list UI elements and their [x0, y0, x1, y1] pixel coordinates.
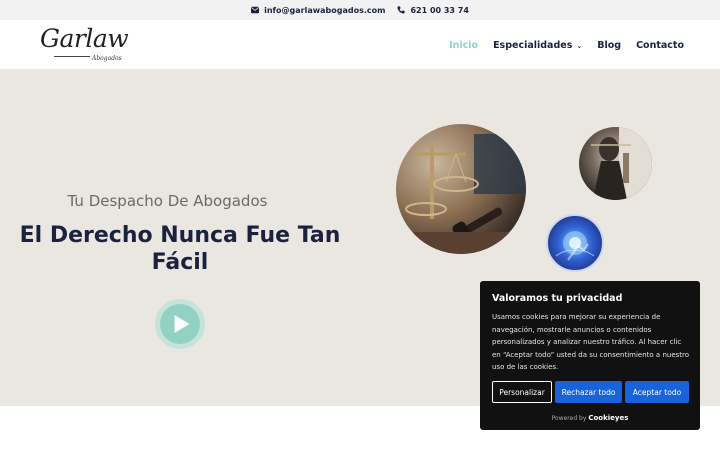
- cookie-text: Usamos cookies para mejorar su experienc…: [492, 313, 690, 371]
- powered-by: Powered by Cookieyes: [480, 414, 700, 422]
- site-logo[interactable]: Garlaw Abogados: [40, 24, 129, 66]
- phone-text: 621 00 33 74: [410, 5, 469, 15]
- cookie-title: Valoramos tu privacidad: [492, 293, 623, 304]
- play-button-inner: [160, 304, 200, 344]
- site-header: Garlaw Abogados Inicio Especialidades ⌄ B…: [0, 20, 720, 70]
- scales-illustration: [396, 134, 526, 254]
- logo-underline: [54, 56, 90, 57]
- main-nav: Inicio Especialidades ⌄ Blog Contacto: [449, 20, 684, 70]
- powered-by-text: Powered by: [551, 415, 587, 422]
- nav-item-contacto[interactable]: Contacto: [636, 40, 684, 51]
- digital-law-illustration: [555, 231, 595, 261]
- phone-contact[interactable]: 621 00 33 74: [397, 5, 469, 15]
- email-contact[interactable]: info@garlawabogados.com: [251, 6, 385, 15]
- accept-all-button[interactable]: Aceptar todo: [625, 381, 689, 403]
- envelope-icon: [251, 6, 260, 14]
- lady-justice-illustration: [591, 127, 652, 200]
- logo-subtitle: Abogados: [92, 55, 122, 62]
- reject-all-button[interactable]: Rechazar todo: [555, 381, 622, 403]
- play-icon: [174, 315, 189, 333]
- lady-justice-image: [579, 127, 652, 200]
- logo-script: Garlaw: [40, 24, 129, 53]
- hero-title: El Derecho Nunca Fue Tan Fácil: [19, 223, 341, 275]
- nav-item-blog[interactable]: Blog: [597, 40, 621, 51]
- scales-of-justice-image: [396, 124, 526, 254]
- email-text: info@garlawabogados.com: [264, 5, 386, 15]
- cookieyes-logo[interactable]: Cookieyes: [588, 414, 628, 422]
- digital-law-image: [546, 214, 604, 272]
- nav-label: Contacto: [636, 39, 684, 51]
- nav-label: Especialidades: [493, 39, 573, 51]
- customize-button[interactable]: Personalizar: [492, 381, 552, 403]
- nav-item-especialidades[interactable]: Especialidades ⌄: [493, 40, 582, 51]
- nav-item-inicio[interactable]: Inicio: [449, 40, 478, 51]
- play-video-button[interactable]: [155, 299, 205, 349]
- chevron-down-icon: ⌄: [576, 41, 583, 50]
- nav-label: Blog: [597, 39, 622, 51]
- hero-subtitle: Tu Despacho De Abogados: [67, 192, 268, 210]
- nav-label: Inicio: [449, 39, 479, 51]
- phone-icon: [397, 6, 406, 14]
- cookie-consent-banner: Valoramos tu privacidad Usamos cookies p…: [480, 281, 700, 430]
- top-contact-bar: info@garlawabogados.com 621 00 33 74: [0, 0, 720, 20]
